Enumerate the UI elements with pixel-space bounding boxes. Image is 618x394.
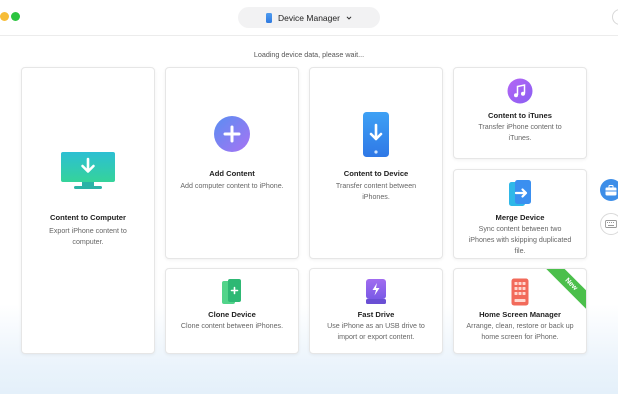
card-merge-device[interactable]: Merge Device Sync content between two iP… <box>453 169 587 259</box>
keyboard-button[interactable] <box>600 213 618 235</box>
music-note-icon <box>507 78 533 104</box>
card-description: Add computer content to iPhone. <box>180 182 284 190</box>
card-title: Add Content <box>209 169 255 178</box>
card-title: Home Screen Manager <box>479 310 561 319</box>
help-button[interactable] <box>612 9 618 25</box>
card-description: Transfer iPhone content to iTunes. <box>478 123 562 142</box>
card-home-screen-manager[interactable]: New Home Screen Manager Arrange, clean, … <box>453 268 587 354</box>
new-badge: New <box>541 269 586 314</box>
card-title: Content to iTunes <box>488 111 552 120</box>
card-fast-drive[interactable]: Fast Drive Use iPhone as an USB drive to… <box>309 268 443 354</box>
phone-download-icon <box>363 112 389 157</box>
card-description: Clone content between iPhones. <box>180 322 284 330</box>
monitor-download-icon <box>61 152 115 189</box>
app-grid-phone-icon <box>511 278 529 306</box>
toolbox-button[interactable] <box>600 179 618 201</box>
clone-phones-icon <box>222 279 241 304</box>
card-title: Content to Computer <box>50 213 126 222</box>
device-selector[interactable]: Device Manager <box>238 7 380 28</box>
maximize-window-button[interactable] <box>11 12 20 21</box>
minimize-window-button[interactable] <box>0 12 9 21</box>
plus-circle-icon <box>214 116 250 152</box>
card-content-to-computer[interactable]: Content to Computer Export iPhone conten… <box>21 67 155 354</box>
card-description: Arrange, clean, restore or back up home … <box>466 322 574 341</box>
card-content-to-device[interactable]: Content to Device Transfer content betwe… <box>309 67 443 259</box>
card-clone-device[interactable]: Clone Device Clone content between iPhon… <box>165 268 299 354</box>
chevron-down-icon <box>346 16 352 20</box>
card-title: Merge Device <box>495 213 545 222</box>
usb-drive-icon <box>366 279 386 304</box>
card-description: Sync content between two iPhones with sk… <box>468 225 572 255</box>
merge-arrow-icon <box>509 180 531 206</box>
card-title: Clone Device <box>208 310 256 319</box>
card-description: Use iPhone as an USB drive to import or … <box>327 322 425 341</box>
card-title: Fast Drive <box>357 310 395 319</box>
device-selector-label: Device Manager <box>278 12 340 23</box>
card-description: Transfer content between iPhones. <box>335 182 417 201</box>
card-add-content[interactable]: Add Content Add computer content to iPho… <box>165 67 299 259</box>
toolbox-icon <box>605 184 617 195</box>
title-bar: Device Manager <box>0 0 618 36</box>
card-description: Export iPhone content to computer. <box>49 227 127 246</box>
phone-icon <box>266 12 273 23</box>
loading-status: Loading device data, please wait... <box>253 50 365 59</box>
card-title: Content to Device <box>343 169 409 178</box>
card-content-to-itunes[interactable]: Content to iTunes Transfer iPhone conten… <box>453 67 587 159</box>
keyboard-icon <box>605 220 617 228</box>
